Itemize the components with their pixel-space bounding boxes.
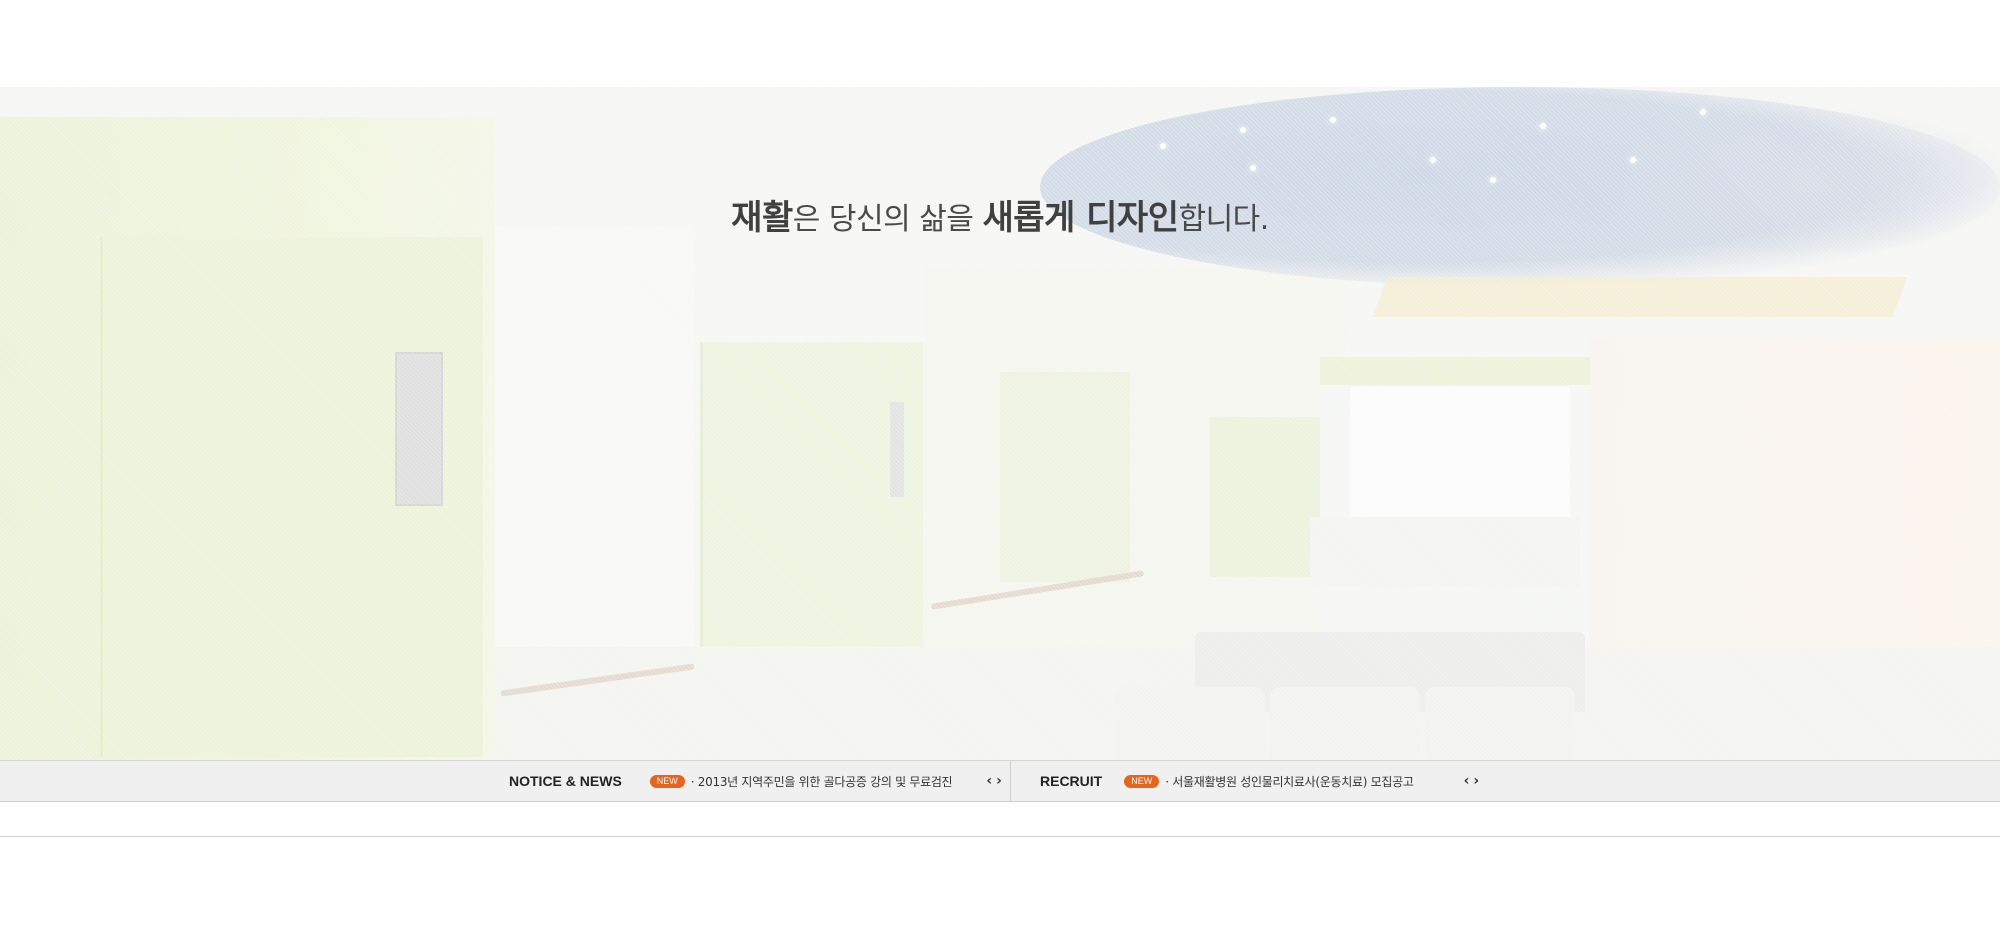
recruit-new-badge: NEW	[1124, 774, 1160, 788]
headline-part-3: 새롭게 디자인	[982, 198, 1179, 238]
notice-item-link[interactable]: · 2013년 지역주민을 위한 골다공증 강의 및 무료검진	[691, 773, 953, 790]
headline-part-2: 은 당신의 삶을	[792, 202, 983, 237]
headline-part-4: 합니다.	[1178, 202, 1269, 237]
recruit-section: RECRUIT NEW · 서울재활병원 성인물리치료사(운동치료) 모집공고 …	[1040, 761, 1479, 801]
recruit-item-link[interactable]: · 서울재활병원 성인물리치료사(운동치료) 모집공고	[1165, 773, 1414, 790]
notice-section: NOTICE & NEWS NEW · 2013년 지역주민을 위한 골다공증 …	[509, 761, 1002, 801]
news-divider	[1010, 761, 1011, 801]
notice-new-badge: NEW	[649, 774, 685, 788]
chevron-right-icon[interactable]: ›	[1473, 773, 1479, 789]
headline-part-1: 재활	[731, 198, 793, 238]
notice-title: NOTICE & NEWS	[509, 773, 622, 789]
section-divider	[0, 836, 2000, 837]
chevron-left-icon[interactable]: ‹	[986, 773, 992, 789]
hero-banner	[0, 87, 2000, 760]
chevron-right-icon[interactable]: ›	[996, 773, 1002, 789]
hero-veil	[0, 87, 2000, 760]
recruit-title: RECRUIT	[1040, 773, 1103, 789]
chevron-left-icon[interactable]: ‹	[1464, 773, 1470, 789]
hero-headline: 재활은 당신의 삶을 새롭게 디자인합니다.	[0, 190, 2000, 239]
news-bar: NOTICE & NEWS NEW · 2013년 지역주민을 위한 골다공증 …	[0, 760, 2000, 802]
